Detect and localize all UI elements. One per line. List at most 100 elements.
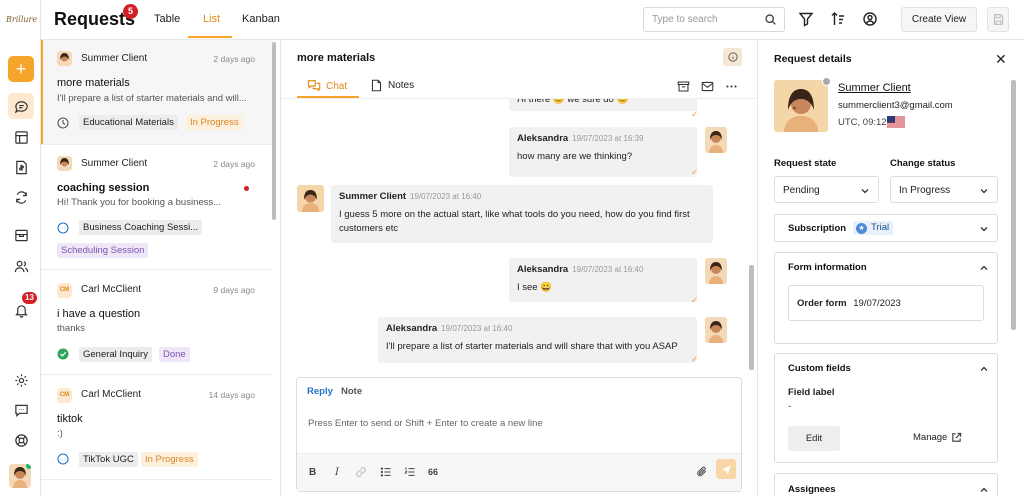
request-time: 2 days ago — [213, 159, 255, 169]
order-form-label: Order form — [797, 298, 847, 309]
link-icon[interactable] — [355, 466, 367, 478]
chevron-up-icon[interactable] — [979, 364, 989, 374]
request-state-value: Pending — [783, 185, 820, 196]
avatar — [57, 156, 72, 171]
bullet-list-icon[interactable] — [380, 466, 392, 478]
invoice-icon[interactable] — [8, 154, 34, 180]
message-input[interactable]: Press Enter to send or Shift + Enter to … — [308, 418, 543, 429]
chevron-up-icon[interactable] — [979, 485, 989, 495]
plus-icon[interactable]: + — [8, 56, 34, 82]
chevron-down-icon — [980, 189, 988, 194]
message-bubble: Aleksandra 19/07/2023 at 16:40 I see 😀 — [509, 258, 697, 302]
tab-notes[interactable]: Notes — [370, 79, 414, 92]
client-avatar — [297, 185, 324, 212]
tab-kanban[interactable]: Kanban — [242, 13, 280, 25]
chat-icon[interactable] — [8, 93, 34, 119]
order-form-row[interactable]: Order form 19/07/2023 — [788, 285, 984, 321]
request-subject: coaching session — [57, 182, 150, 194]
info-icon[interactable] — [723, 48, 742, 66]
edit-button[interactable]: Edit — [788, 426, 840, 451]
message-text: I'll prepare a list of starter materials… — [386, 341, 678, 352]
reply-tab[interactable]: Reply — [307, 386, 333, 397]
chat-scrollbar[interactable] — [749, 265, 754, 370]
form-information-label: Form information — [788, 262, 867, 273]
change-status-value: In Progress — [899, 185, 951, 196]
more-icon[interactable] — [725, 80, 738, 93]
filter-icon[interactable] — [798, 11, 814, 27]
tab-table[interactable]: Table — [154, 13, 180, 25]
help-icon[interactable] — [8, 427, 34, 453]
form-information-section: Form information Order form 19/07/2023 — [774, 252, 998, 344]
request-subject: tiktok — [57, 413, 83, 425]
manage-link[interactable]: Manage — [913, 432, 962, 443]
sort-icon[interactable] — [830, 11, 846, 27]
list-item[interactable] — [41, 490, 273, 496]
message-author: Summer Client 19/07/2023 at 16:40 — [339, 191, 482, 202]
chevron-up-icon[interactable] — [979, 263, 989, 273]
feedback-icon[interactable] — [8, 397, 34, 423]
message-list: Hi there 😊 we sure do 😊 ✓ Aleksandra 19/0… — [281, 99, 758, 375]
client-name-link[interactable]: Summer Client — [838, 82, 911, 94]
user-avatar[interactable] — [9, 464, 31, 488]
attachment-icon[interactable] — [696, 465, 708, 478]
italic-button[interactable]: I — [335, 467, 339, 478]
ellipsis-circle-icon — [57, 222, 69, 234]
save-icon[interactable] — [987, 7, 1009, 32]
client-timezone: UTC, 09:12 — [838, 117, 887, 128]
presence-indicator — [822, 77, 831, 86]
settings-icon[interactable] — [8, 367, 34, 393]
close-icon[interactable]: ✕ — [995, 51, 1007, 68]
note-tab[interactable]: Note — [341, 386, 362, 397]
tab-chat-label: Chat — [326, 80, 348, 92]
type-tag: TikTok UGC — [79, 452, 138, 467]
message-bubble: Aleksandra 19/07/2023 at 16:39 how many a… — [509, 127, 697, 177]
client-avatar — [774, 80, 828, 132]
users-icon[interactable] — [8, 253, 34, 279]
chevron-down-icon — [861, 189, 869, 194]
user-circle-icon[interactable] — [862, 11, 878, 27]
requests-count-badge: 5 — [123, 4, 138, 19]
message-composer: Reply Note Press Enter to send or Shift … — [296, 377, 742, 492]
trial-badge: ★ Trial — [853, 221, 894, 235]
details-scrollbar[interactable] — [1011, 80, 1016, 330]
custom-fields-label: Custom fields — [788, 363, 851, 374]
list-scrollbar[interactable] — [272, 42, 276, 220]
brand-logo[interactable]: Brillure — [6, 8, 37, 32]
list-item[interactable]: Summer Client 2 days ago more materials … — [41, 40, 273, 145]
archive-icon[interactable] — [677, 80, 690, 93]
request-time: 9 days ago — [213, 285, 255, 295]
details-title: Request details — [774, 53, 852, 65]
request-time: 14 days ago — [208, 390, 255, 400]
list-item[interactable]: CM Carl McClient 9 days ago i have a que… — [41, 270, 273, 375]
search-input[interactable]: Type to search — [643, 7, 785, 32]
inbox-icon[interactable] — [8, 222, 34, 248]
assignees-label: Assignees — [788, 484, 836, 495]
numbered-list-icon[interactable] — [404, 466, 416, 478]
chevron-down-icon[interactable] — [979, 224, 989, 234]
list-item[interactable]: Summer Client 2 days ago coaching sessio… — [41, 145, 273, 270]
tab-list[interactable]: List — [203, 13, 220, 25]
bold-button[interactable]: B — [309, 467, 316, 478]
sync-icon[interactable] — [8, 184, 34, 210]
mail-icon[interactable] — [701, 80, 714, 93]
request-state-select[interactable]: Pending — [774, 176, 879, 203]
message-text: how many are we thinking? — [517, 151, 633, 162]
create-view-button[interactable]: Create View — [901, 7, 977, 32]
send-button[interactable] — [716, 459, 736, 479]
nav-rail: Brillure + 13 — [0, 0, 41, 496]
field-label: Field label — [788, 387, 835, 398]
quote-button[interactable]: 66 — [428, 467, 438, 477]
read-check-icon: ✓ — [691, 167, 699, 177]
us-flag-icon — [887, 116, 905, 128]
chat-panel: more materials Chat Notes Hi there 😊 we … — [281, 40, 758, 496]
ellipsis-circle-icon — [57, 453, 69, 465]
list-item[interactable]: CM Carl McClient 14 days ago tiktok :) T… — [41, 375, 273, 480]
request-list: Summer Client 2 days ago more materials … — [41, 40, 281, 496]
change-status-select[interactable]: In Progress — [890, 176, 998, 203]
tab-chat[interactable]: Chat — [307, 79, 347, 93]
table-icon[interactable] — [8, 124, 34, 150]
subscription-section[interactable]: Subscription ★ Trial — [774, 214, 998, 242]
search-placeholder: Type to search — [652, 14, 718, 25]
request-preview: Hi! Thank you for booking a business... — [57, 197, 222, 208]
request-time: 2 days ago — [213, 54, 255, 64]
